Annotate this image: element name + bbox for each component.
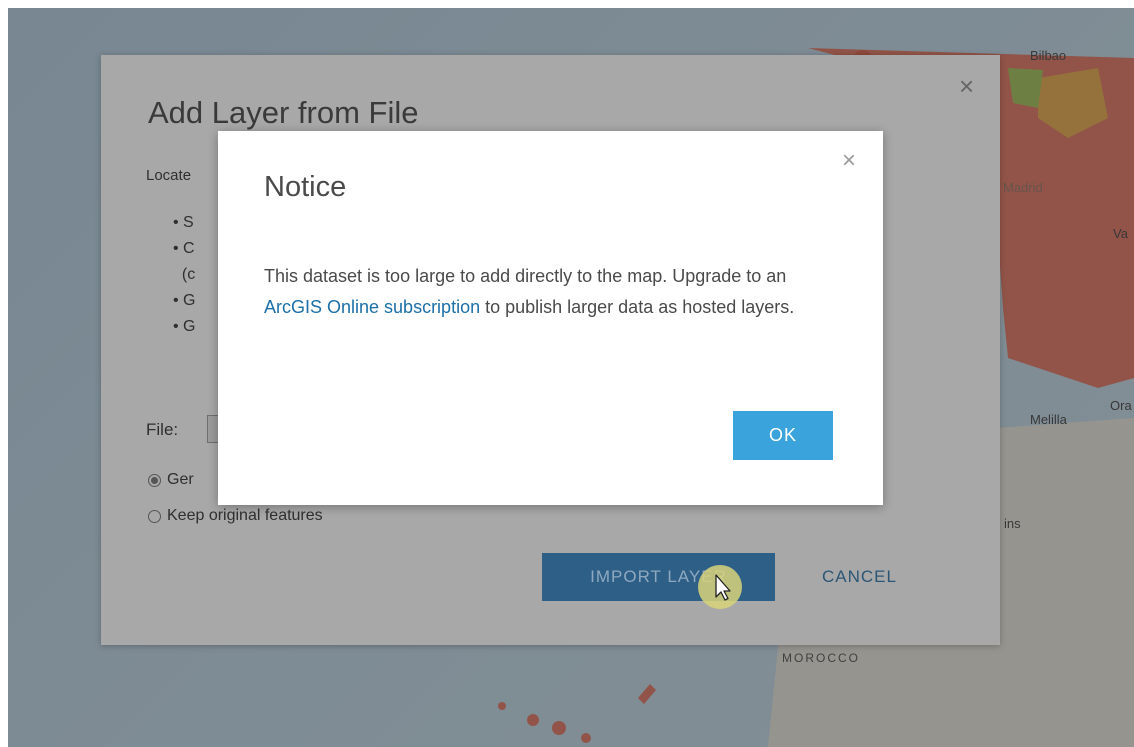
notice-message-text: This dataset is too large to add directl…: [264, 266, 787, 286]
notice-message: This dataset is too large to add directl…: [264, 261, 824, 323]
cancel-button[interactable]: CANCEL: [822, 553, 897, 601]
notice-title: Notice: [264, 171, 347, 203]
file-label: File:: [146, 420, 179, 439]
subscription-link[interactable]: ArcGIS Online subscription: [264, 297, 480, 317]
add-layer-intro: Locate: [146, 167, 192, 184]
radio-keep-label: Keep original features: [167, 507, 323, 524]
radio-generalize-circle[interactable]: [148, 473, 161, 487]
ok-button[interactable]: OK: [733, 411, 833, 460]
add-layer-format-list: • S • C (c • G • G: [173, 210, 196, 340]
radio-generalize[interactable]: Ger: [148, 471, 194, 489]
add-layer-close-icon[interactable]: ×: [959, 71, 974, 102]
notice-dialog: Notice × This dataset is too large to ad…: [218, 131, 883, 505]
radio-keep-circle[interactable]: [148, 509, 161, 523]
format-list-item: • S: [173, 214, 194, 231]
format-list-item: • G: [173, 318, 196, 335]
radio-generalize-label: Ger: [167, 471, 194, 488]
screen: Bilbao Madrid Va Melilla Ora ins MOROCCO…: [0, 0, 1134, 747]
notice-message-text-end: to publish larger data as hosted layers.: [480, 297, 795, 317]
add-layer-title: Add Layer from File: [148, 95, 419, 130]
format-list-item: • G: [173, 292, 196, 309]
mouse-cursor-icon: [698, 565, 742, 609]
notice-close-icon[interactable]: ×: [842, 147, 856, 175]
radio-keep-original[interactable]: Keep original features: [148, 507, 323, 525]
format-list-item: (c: [181, 266, 196, 283]
format-list-item: • C: [173, 240, 195, 257]
